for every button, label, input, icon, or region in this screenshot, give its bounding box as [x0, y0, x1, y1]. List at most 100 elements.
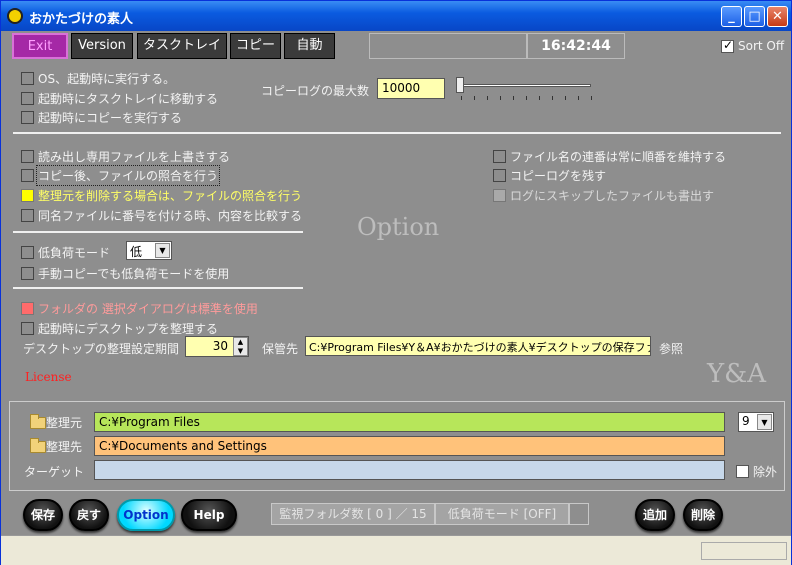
checkbox-mark	[21, 92, 34, 105]
copylog-max-input[interactable]: 10000	[377, 78, 445, 99]
dest-path-input[interactable]: C:¥Documents and Settings	[94, 436, 725, 456]
spin-down-icon[interactable]: ▼	[234, 347, 247, 356]
clock: 16:42:44	[527, 33, 625, 59]
path-panel: 整理元 C:¥Program Files 9 ▼ 整理先 C:¥Document…	[9, 401, 785, 491]
index-select[interactable]: 9 ▼	[738, 412, 774, 432]
checkbox-label: OS、起動時に実行する。	[38, 72, 176, 86]
minimize-icon: _	[728, 9, 735, 24]
delete-button[interactable]: 削除	[683, 499, 723, 531]
checkbox-mark	[21, 246, 34, 259]
title-bar[interactable]: おかたづけの素人 _ □ ✕	[1, 1, 791, 31]
auto-button[interactable]: 自動	[284, 33, 335, 59]
checkbox-mark	[493, 150, 506, 163]
slider-tick	[500, 96, 501, 100]
desktop-settings-label: デスクトップの整理設定	[23, 342, 156, 356]
copylog-slider-track[interactable]	[459, 84, 591, 87]
option-button[interactable]: Option	[117, 499, 175, 531]
chevron-down-icon[interactable]: ▼	[155, 243, 170, 258]
slider-tick	[565, 96, 566, 100]
copylog-max-label: コピーログの最大数	[261, 84, 370, 98]
toolbar-spacer	[369, 33, 527, 59]
compare-when-numbering-checkbox[interactable]: 同名ファイルに番号を付ける時、内容を比較する	[21, 207, 302, 224]
restore-button[interactable]: 戻す	[69, 499, 109, 531]
divider	[13, 231, 303, 233]
storage-label: 保管先	[262, 342, 299, 356]
folder-icon[interactable]	[30, 414, 46, 429]
checkbox-mark	[493, 169, 506, 182]
slider-tick	[552, 96, 553, 100]
checkbox-label: 整理元を削除する場合は、ファイルの照合を行う	[38, 189, 303, 203]
checkbox-mark	[21, 169, 34, 182]
slider-tick	[539, 96, 540, 100]
exit-button[interactable]: Exit	[12, 33, 68, 59]
checkbox-mark	[736, 465, 749, 478]
log-skipped-checkbox[interactable]: ログにスキップしたファイルも書出す	[493, 187, 714, 204]
dest-label: 整理先	[46, 440, 83, 454]
sort-off-label: Sort Off	[738, 39, 785, 53]
folder-icon[interactable]	[30, 438, 46, 453]
close-button[interactable]: ✕	[767, 6, 788, 27]
checkbox-label: 低負荷モード	[38, 246, 111, 260]
divider	[13, 287, 303, 289]
selected-value: 9	[742, 414, 750, 428]
checkbox-mark	[21, 72, 34, 85]
organize-desktop-checkbox[interactable]: 起動時にデスクトップを整理する	[21, 320, 218, 337]
checkbox-label: コピーログを残す	[510, 169, 607, 183]
verify-when-deleting-checkbox[interactable]: 整理元を削除する場合は、ファイルの照合を行う	[21, 187, 302, 204]
period-spinner[interactable]: ▲ ▼	[233, 337, 248, 356]
target-input[interactable]	[94, 460, 725, 480]
selected-value: 低	[130, 245, 143, 259]
browse-link[interactable]: 参照	[659, 340, 683, 357]
source-path-input[interactable]: C:¥Program Files	[94, 412, 725, 432]
slider-tick	[526, 96, 527, 100]
spin-up-icon[interactable]: ▲	[234, 338, 247, 347]
status-bar	[1, 535, 791, 565]
checkbox-label: ログにスキップしたファイルも書出す	[510, 189, 715, 203]
maximize-button[interactable]: □	[744, 6, 765, 27]
overwrite-readonly-checkbox[interactable]: 読み出し専用ファイルを上書きする	[21, 148, 230, 165]
slider-tick	[513, 96, 514, 100]
checkbox-mark	[21, 302, 34, 315]
checkbox-mark	[493, 189, 506, 202]
version-button[interactable]: Version	[71, 33, 133, 59]
low-load-mode-checkbox[interactable]: 低負荷モード	[21, 244, 110, 261]
slider-tick	[578, 96, 579, 100]
option-watermark: Option	[357, 213, 440, 241]
minimize-button[interactable]: _	[721, 6, 742, 27]
keep-copylog-checkbox[interactable]: コピーログを残す	[493, 167, 606, 184]
low-load-level-select[interactable]: 低 ▼	[126, 241, 172, 260]
checkbox-mark	[21, 209, 34, 222]
status-cell	[701, 542, 787, 560]
period-label: 期間	[155, 342, 180, 356]
checkbox-label: ファイル名の連番は常に順番を維持する	[510, 150, 727, 164]
window-title: おかたづけの素人	[29, 12, 134, 27]
slider-tick	[461, 96, 462, 100]
copy-button[interactable]: コピー	[230, 33, 281, 59]
move-to-tray-checkbox[interactable]: 起動時にタスクトレイに移動する	[21, 90, 218, 107]
divider	[13, 132, 781, 134]
checkbox-mark	[21, 322, 34, 335]
storage-path-input[interactable]: C:¥Program Files¥Y＆A¥おかたづけの素人¥デスクトップの保存フ…	[305, 336, 651, 356]
checkbox-label: コピー後、ファイルの照合を行う	[35, 165, 221, 186]
copylog-slider-thumb[interactable]	[456, 77, 464, 93]
exclude-checkbox[interactable]: 除外	[736, 463, 777, 480]
checkbox-mark	[21, 150, 34, 163]
checkbox-mark	[721, 38, 734, 53]
checkbox-label: フォルダの 選択ダイアログは標準を使用	[38, 302, 258, 316]
status-spacer	[569, 503, 589, 525]
copy-on-start-checkbox[interactable]: 起動時にコピーを実行する	[21, 109, 182, 126]
app-icon	[7, 8, 23, 24]
keep-sequence-checkbox[interactable]: ファイル名の連番は常に順番を維持する	[493, 148, 726, 165]
save-button[interactable]: 保存	[23, 499, 63, 531]
checkbox-label: 同名ファイルに番号を付ける時、内容を比較する	[38, 209, 303, 223]
help-button[interactable]: Help	[181, 499, 237, 531]
license-link[interactable]: License	[25, 370, 72, 384]
run-on-os-start-checkbox[interactable]: OS、起動時に実行する。	[21, 70, 175, 87]
chevron-down-icon[interactable]: ▼	[757, 414, 772, 430]
low-load-manual-checkbox[interactable]: 手動コピーでも低負荷モードを使用	[21, 265, 229, 282]
sort-off-checkbox[interactable]: Sort Off	[721, 38, 785, 53]
tasktray-button[interactable]: タスクトレイ	[137, 33, 227, 59]
standard-dialog-checkbox[interactable]: フォルダの 選択ダイアログは標準を使用	[21, 300, 258, 317]
add-button[interactable]: 追加	[635, 499, 675, 531]
verify-after-copy-checkbox[interactable]: コピー後、ファイルの照合を行う	[21, 165, 221, 186]
